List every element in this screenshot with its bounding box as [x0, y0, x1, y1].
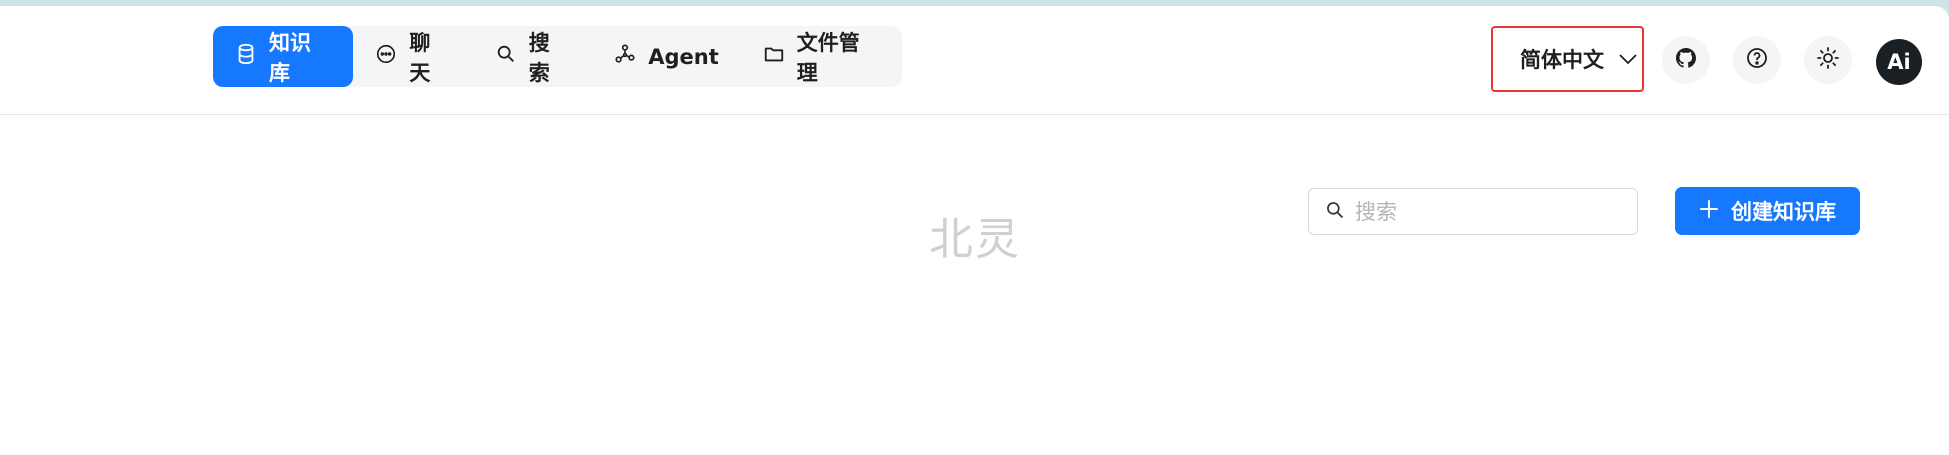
user-avatar[interactable]: Ai	[1876, 39, 1922, 85]
nav-item-chat[interactable]: 聊天	[353, 26, 472, 87]
page-title: 北灵	[929, 214, 1021, 265]
avatar-text: Ai	[1887, 50, 1911, 74]
main-nav: 知识库 聊天 搜索 Agent 文件管理	[213, 26, 902, 87]
agent-graph-icon	[614, 43, 636, 70]
sun-icon	[1816, 46, 1840, 74]
theme-toggle-button[interactable]	[1804, 36, 1852, 84]
create-knowledge-base-button[interactable]: 创建知识库	[1675, 187, 1860, 235]
nav-item-label: Agent	[648, 44, 719, 69]
language-label: 简体中文	[1520, 48, 1604, 72]
nav-item-label: 知识库	[269, 30, 311, 85]
language-select[interactable]: 简体中文	[1491, 26, 1644, 92]
help-button[interactable]	[1733, 36, 1781, 84]
search-input[interactable]	[1355, 199, 1615, 224]
chat-bubble-icon	[375, 43, 397, 70]
nav-item-search[interactable]: 搜索	[473, 26, 592, 87]
top-header: 知识库 聊天 搜索 Agent 文件管理 简体中文 Ai	[0, 6, 1949, 115]
create-button-label: 创建知识库	[1731, 200, 1836, 224]
database-icon	[235, 43, 257, 70]
nav-item-file-management[interactable]: 文件管理	[741, 26, 902, 87]
help-circle-icon	[1745, 46, 1769, 74]
chevron-down-icon	[1618, 47, 1638, 71]
folder-icon	[763, 43, 785, 70]
search-icon	[495, 43, 517, 70]
nav-item-label: 聊天	[409, 30, 431, 85]
github-icon	[1674, 46, 1698, 74]
github-button[interactable]	[1662, 36, 1710, 84]
search-icon	[1325, 200, 1345, 224]
nav-item-label: 文件管理	[796, 30, 860, 85]
nav-item-agent[interactable]: Agent	[592, 26, 741, 87]
knowledge-search-box[interactable]	[1308, 188, 1638, 235]
nav-item-knowledge-base[interactable]: 知识库	[213, 26, 354, 87]
plus-icon	[1699, 199, 1719, 224]
app-window: 知识库 聊天 搜索 Agent 文件管理 简体中文 Ai 北灵 搜索 创建知识库	[0, 6, 1949, 455]
nav-item-label: 搜索	[528, 30, 550, 85]
